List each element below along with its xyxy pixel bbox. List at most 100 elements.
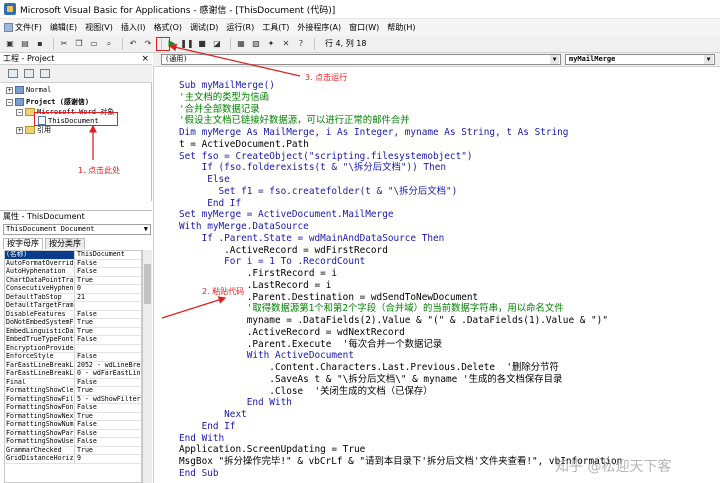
menu-tools[interactable]: 工具(T) [262,22,289,33]
property-row[interactable]: (名称) ThisDocument [5,251,141,260]
code-lines[interactable]: Sub myMailMerge() '主文档的类型为信函 '合并全部数据记录 '假设主… [179,80,622,480]
property-row[interactable]: FormattingShowFont False [5,404,141,413]
property-row[interactable]: FarEastLineBreakLevel0 - wdFarEastLin [5,370,141,379]
property-row[interactable]: FormattingShowNumberingFalse [5,421,141,430]
code-line[interactable]: .Content.Characters.Last.Previous.Delete… [179,362,622,374]
help-icon[interactable]: ? [295,38,307,50]
menu-edit[interactable]: 编辑(E) [50,22,77,33]
tree-item-project[interactable]: − Project (感谢信) [6,97,89,107]
menu-file[interactable]: 文件(F) [4,22,42,33]
property-row[interactable]: EnforceStyle False [5,353,141,362]
menu-help[interactable]: 帮助(H) [387,22,415,33]
property-row[interactable]: GrammarChecked True [5,446,141,455]
code-line[interactable]: .LastRecord = i [179,280,622,292]
property-row[interactable]: FormattingShowClear True [5,387,141,396]
property-row[interactable]: FarEastLineBreakLang2052 - wdLineBre [5,361,141,370]
code-line[interactable]: End If [179,421,622,433]
code-line[interactable]: '主文档的类型为信函 [179,92,622,104]
code-line[interactable]: For i = 1 To .RecordCount [179,256,622,268]
view-object-icon[interactable] [24,69,34,78]
code-line[interactable]: With ActiveDocument [179,350,622,362]
code-line[interactable]: .FirstRecord = i [179,268,622,280]
collapse-icon[interactable]: − [6,98,13,106]
object-combo[interactable]: (通用) ▼ [161,54,561,65]
code-line[interactable]: End With [179,433,622,445]
code-line[interactable]: '取得数据源第1个和第2个字段（合并域）的当前数据字符串，用以命名文件 [179,303,622,315]
paste-icon[interactable]: ▭ [88,38,100,50]
code-line[interactable]: .ActiveRecord = wdNextRecord [179,327,622,339]
property-row[interactable]: Final False [5,378,141,387]
properties-scrollbar[interactable] [142,250,152,483]
view-code-icon[interactable] [8,69,18,78]
code-line[interactable]: Else [179,174,622,186]
insert-module-icon[interactable]: ▤ [19,38,31,50]
property-row[interactable]: ChartDataPointTrack True [5,276,141,285]
code-line[interactable]: End With [179,397,622,409]
find-icon[interactable]: ⌕ [103,38,115,50]
expand-icon[interactable]: + [16,126,23,134]
procedure-combo[interactable]: myMailMerge ▼ [565,54,715,65]
property-row[interactable]: DefaultTargetFrame [5,302,141,311]
code-line[interactable]: Sub myMailMerge() [179,80,622,92]
close-icon[interactable]: × [141,53,149,65]
view-word-icon[interactable]: ▣ [4,38,16,50]
code-line[interactable]: Next [179,409,622,421]
code-line[interactable]: '合并全部数据记录 [179,104,622,116]
menu-format[interactable]: 格式(O) [153,22,182,33]
code-line[interactable]: With myMerge.DataSource [179,221,622,233]
expand-icon[interactable]: + [6,86,13,94]
properties-window-icon[interactable]: ▧ [250,38,262,50]
object-browser-icon[interactable]: ✦ [265,38,277,50]
code-line[interactable]: .Parent.Destination = wdSendToNewDocumen… [179,292,622,304]
menu-insert[interactable]: 插入(I) [121,22,146,33]
property-row[interactable]: FormattingShowUserStyleFalse [5,438,141,447]
property-row[interactable]: AutoFormatOverride False [5,259,141,268]
chevron-down-icon[interactable]: ▼ [144,225,148,234]
tree-item-normal[interactable]: + Normal [6,86,51,94]
code-line[interactable]: myname = .DataFields(2).Value & "(" & .D… [179,315,622,327]
menu-window[interactable]: 窗口(W) [349,22,379,33]
menu-run[interactable]: 运行(R) [226,22,254,33]
property-row[interactable]: EmbedTrueTypeFonts False [5,336,141,345]
code-line[interactable]: .SaveAs t & "\拆分后文档\" & myname '生成的各文档保存… [179,374,622,386]
reset-icon[interactable]: ■ [196,38,208,50]
chevron-down-icon[interactable]: ▼ [704,55,713,64]
properties-object-select[interactable]: ThisDocument Document ▼ [3,224,151,235]
code-line[interactable]: '假设主文档已链接好数据源，可以进行正常的邮件合并 [179,115,622,127]
code-line[interactable]: If (fso.folderexists(t & "\拆分后文档")) Then [179,162,622,174]
code-line[interactable]: If .Parent.State = wdMainAndDataSource T… [179,233,622,245]
code-line[interactable]: .Parent.Execute '每次合并一个数据记录 [179,339,622,351]
property-row[interactable]: DisableFeatures False [5,310,141,319]
property-row[interactable]: FormattingShowParagraphFalse [5,429,141,438]
property-row[interactable]: DoNotEmbedSystemFontsTrue [5,319,141,328]
property-row[interactable]: GridDistanceHorizontal9 [5,455,141,464]
collapse-icon[interactable]: − [16,108,23,116]
tab-categorized[interactable]: 按分类序 [45,238,85,249]
toggle-folders-icon[interactable] [40,69,50,78]
chevron-down-icon[interactable]: ▼ [550,55,559,64]
property-row[interactable]: AutoHyphenation False [5,268,141,277]
tree-item-references[interactable]: + 引用 [16,125,51,135]
property-row[interactable]: ConsecutiveHyphens 0 [5,285,141,294]
project-explorer-icon[interactable]: ▦ [235,38,247,50]
design-mode-icon[interactable]: ◪ [211,38,223,50]
code-line[interactable]: .ActiveRecord = wdFirstRecord [179,245,622,257]
redo-icon[interactable]: ↷ [142,38,154,50]
menu-addins[interactable]: 外接程序(A) [297,22,341,33]
property-row[interactable]: FormattingShowNextLevelTrue [5,412,141,421]
property-row[interactable]: EncryptionProvider [5,344,141,353]
code-editor[interactable]: Sub myMailMerge() '主文档的类型为信函 '合并全部数据记录 '假设主… [153,67,720,483]
cut-icon[interactable]: ✂ [58,38,70,50]
menu-debug[interactable]: 调试(D) [190,22,218,33]
tab-alphabetic[interactable]: 按字母序 [3,238,43,249]
scrollbar-thumb[interactable] [144,264,151,304]
save-icon[interactable]: ▪ [34,38,46,50]
code-line[interactable]: Dim myMerge As MailMerge, i As Integer, … [179,127,622,139]
property-row[interactable]: FormattingShowFilter5 - wdShowFilter [5,395,141,404]
undo-icon[interactable]: ↶ [127,38,139,50]
code-line[interactable]: End If [179,198,622,210]
break-icon[interactable]: ❚❚ [180,38,193,50]
code-line[interactable]: Set myMerge = ActiveDocument.MailMerge [179,209,622,221]
code-line[interactable]: Set f1 = fso.createfolder(t & "\拆分后文档") [179,186,622,198]
menu-view[interactable]: 视图(V) [85,22,113,33]
